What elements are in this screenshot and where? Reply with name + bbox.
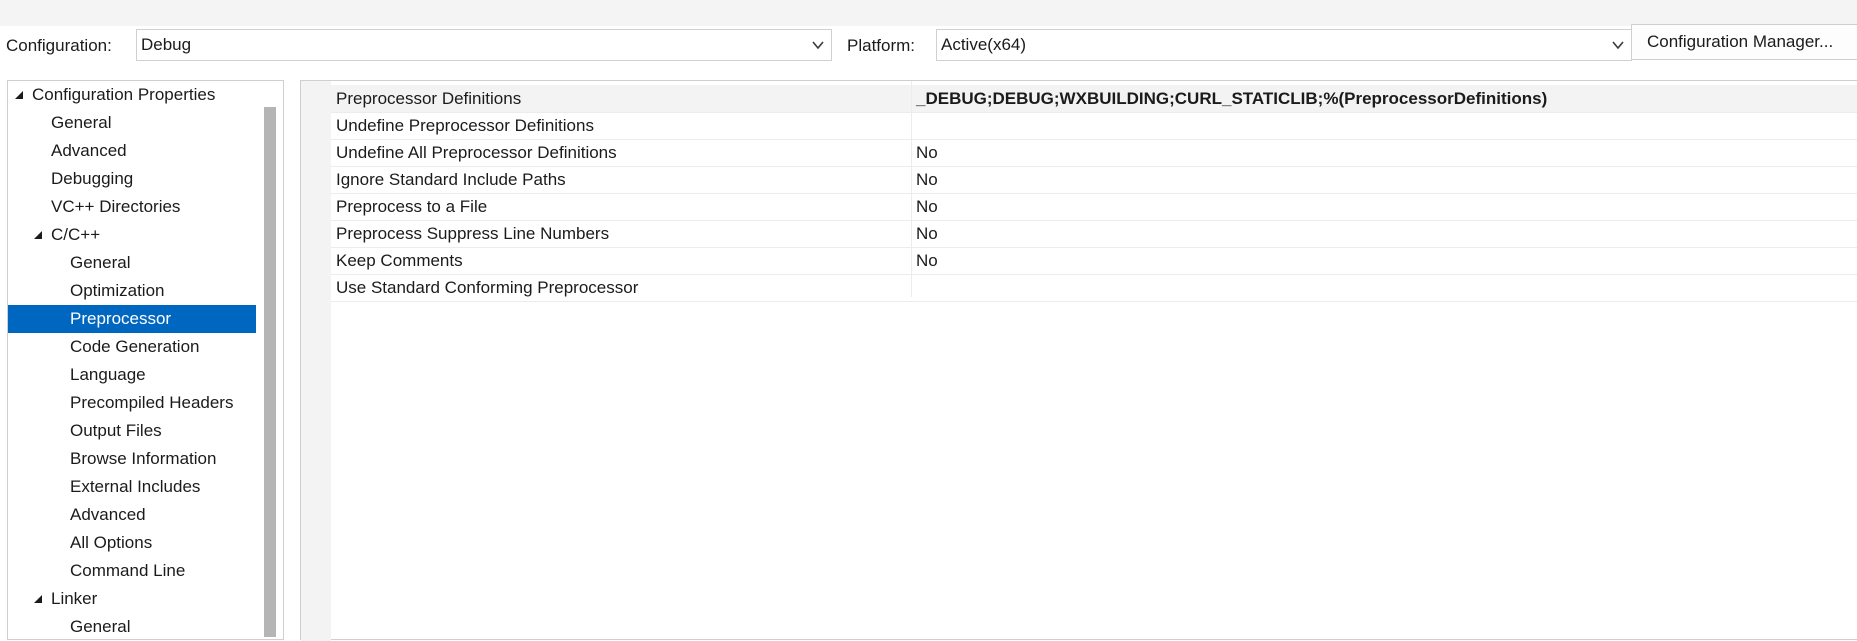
property-name: Preprocess to a File (336, 197, 488, 216)
tree-item[interactable]: Language (8, 361, 256, 389)
tree-scrollbar[interactable] (264, 107, 276, 637)
tree-item[interactable]: Configuration Properties (8, 81, 256, 109)
tree-item-label: All Options (70, 533, 153, 552)
expand-triangle-icon[interactable] (34, 231, 42, 239)
property-row[interactable]: Undefine All Preprocessor Definitions No (331, 139, 1857, 167)
property-name: Undefine All Preprocessor Definitions (336, 143, 617, 162)
tree-divider (283, 80, 284, 640)
tree-item-label: VC++ Directories (51, 197, 181, 216)
tree-item-label: Optimization (70, 281, 165, 300)
property-name: Undefine Preprocessor Definitions (336, 116, 594, 135)
tree-item-label: Browse Information (70, 449, 217, 468)
tree-item-label: Advanced (70, 505, 146, 524)
expand-triangle-icon[interactable] (34, 595, 42, 603)
property-row[interactable]: Undefine Preprocessor Definitions (331, 112, 1857, 140)
property-value[interactable]: No (916, 166, 938, 193)
configuration-manager-button[interactable]: Configuration Manager... (1631, 24, 1857, 60)
tree-item-label: Code Generation (70, 337, 200, 356)
property-value[interactable]: No (916, 220, 938, 247)
configuration-dropdown[interactable]: Debug (136, 29, 832, 61)
property-row[interactable]: Preprocess Suppress Line Numbers No (331, 220, 1857, 248)
tree-item-label: C/C++ (51, 225, 101, 244)
tree-item[interactable]: VC++ Directories (8, 193, 256, 221)
grid-gutter (301, 81, 331, 641)
tree-item[interactable]: Command Line (8, 557, 256, 585)
property-value[interactable]: No (916, 247, 938, 274)
tree-item-label: General (51, 113, 112, 132)
property-row[interactable]: Preprocess to a File No (331, 193, 1857, 221)
tree-item[interactable]: Precompiled Headers (8, 389, 256, 417)
tree-item[interactable]: Debugging (8, 165, 256, 193)
tree-item-label: Advanced (51, 141, 127, 160)
tree-item[interactable]: External Includes (8, 473, 256, 501)
tree-item-label: General (70, 617, 131, 636)
grid-column-separator[interactable] (911, 81, 912, 297)
tree-item-label: Linker (51, 589, 98, 608)
property-row[interactable]: Preprocessor Definitions _DEBUG;DEBUG;WXB… (331, 85, 1857, 113)
property-name: Ignore Standard Include Paths (336, 170, 566, 189)
platform-dropdown-value: Active(x64) (941, 35, 1027, 54)
tree-item[interactable]: Preprocessor (8, 305, 256, 333)
tree-item-label: External Includes (70, 477, 201, 496)
tree-item-label: Command Line (70, 561, 186, 580)
property-value[interactable]: _DEBUG;DEBUG;WXBUILDING;CURL_STATICLIB;%… (916, 85, 1547, 112)
tree-item[interactable]: Optimization (8, 277, 256, 305)
property-value[interactable]: No (916, 193, 938, 220)
chevron-down-icon (812, 41, 824, 50)
chevron-down-icon (1612, 41, 1624, 50)
platform-dropdown[interactable]: Active(x64) (936, 29, 1632, 61)
tree-item-label: General (70, 253, 131, 272)
configuration-dropdown-value: Debug (141, 35, 192, 54)
configuration-label: Configuration: (6, 36, 112, 55)
tree-item[interactable]: Advanced (8, 501, 256, 529)
tree-item-label: Debugging (51, 169, 134, 188)
tree-item[interactable]: Linker (8, 585, 256, 613)
tree-item[interactable]: Code Generation (8, 333, 256, 361)
property-row[interactable]: Use Standard Conforming Preprocessor (331, 274, 1857, 302)
tree-item[interactable]: General (8, 109, 256, 137)
tree-item[interactable]: General (8, 613, 256, 639)
property-name: Keep Comments (336, 251, 463, 270)
title-strip (0, 0, 1857, 26)
expand-triangle-icon[interactable] (15, 91, 23, 99)
property-row[interactable]: Keep Comments No (331, 247, 1857, 275)
platform-label: Platform: (847, 36, 916, 55)
tree-item-label: Preprocessor (70, 309, 172, 328)
tree-item-label: Output Files (70, 421, 162, 440)
property-row[interactable]: Ignore Standard Include Paths No (331, 166, 1857, 194)
property-name: Preprocess Suppress Line Numbers (336, 224, 610, 243)
tree-item-label: Language (70, 365, 146, 384)
tree-item[interactable]: Browse Information (8, 445, 256, 473)
tree-item[interactable]: C/C++ (8, 221, 256, 249)
property-value[interactable]: No (916, 139, 938, 166)
property-name: Use Standard Conforming Preprocessor (336, 278, 639, 297)
tree-item[interactable]: General (8, 249, 256, 277)
tree-item[interactable]: Advanced (8, 137, 256, 165)
tree-item[interactable]: All Options (8, 529, 256, 557)
property-name: Preprocessor Definitions (336, 89, 522, 108)
tree-item-label: Configuration Properties (32, 85, 216, 104)
tree-item-label: Precompiled Headers (70, 393, 234, 412)
property-tree: Configuration Properties General Advanced D… (7, 80, 284, 640)
tree-item[interactable]: Output Files (8, 417, 256, 445)
